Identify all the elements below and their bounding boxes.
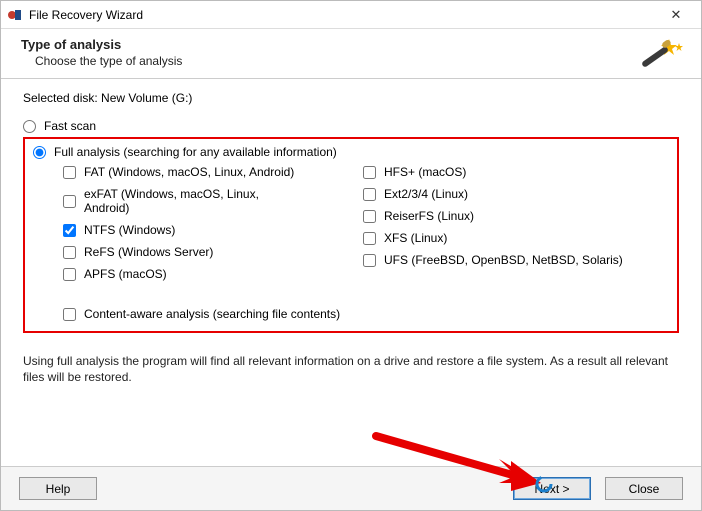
full-analysis-radio[interactable]: Full analysis (searching for any availab… <box>33 145 669 159</box>
apfs-checkbox[interactable]: APFS (macOS) <box>63 267 303 281</box>
ntfs-label: NTFS (Windows) <box>84 223 175 237</box>
wizard-wand-icon <box>639 35 683 82</box>
info-text: Using full analysis the program will fin… <box>23 353 679 385</box>
content-aware-checkbox-input[interactable] <box>63 308 76 321</box>
close-button-label: Close <box>629 482 660 496</box>
ext-label: Ext2/3/4 (Linux) <box>384 187 468 201</box>
xfs-checkbox-input[interactable] <box>363 232 376 245</box>
app-icon <box>7 7 23 23</box>
hfs-checkbox-input[interactable] <box>363 166 376 179</box>
filesystem-grid: FAT (Windows, macOS, Linux, Android) exF… <box>63 165 669 281</box>
close-button[interactable]: Close <box>605 477 683 500</box>
fast-scan-radio-input[interactable] <box>23 120 36 133</box>
window-close-button[interactable]: ✕ <box>657 1 695 29</box>
next-button-label: Next > <box>534 482 569 496</box>
next-button[interactable]: Next > <box>513 477 591 500</box>
xfs-label: XFS (Linux) <box>384 231 447 245</box>
wizard-header: Type of analysis Choose the type of anal… <box>1 29 701 79</box>
fat-label: FAT (Windows, macOS, Linux, Android) <box>84 165 294 179</box>
reiser-checkbox-input[interactable] <box>363 210 376 223</box>
exfat-checkbox[interactable]: exFAT (Windows, macOS, Linux, Android) <box>63 187 303 215</box>
fat-checkbox-input[interactable] <box>63 166 76 179</box>
hfs-label: HFS+ (macOS) <box>384 165 466 179</box>
reiser-label: ReiserFS (Linux) <box>384 209 474 223</box>
wizard-footer: Help Next > Close <box>1 466 701 510</box>
full-analysis-radio-input[interactable] <box>33 146 46 159</box>
hfs-checkbox[interactable]: HFS+ (macOS) <box>363 165 623 179</box>
content-aware-label: Content-aware analysis (searching file c… <box>84 307 340 321</box>
filesystem-column-left: FAT (Windows, macOS, Linux, Android) exF… <box>63 165 303 281</box>
ufs-label: UFS (FreeBSD, OpenBSD, NetBSD, Solaris) <box>384 253 623 267</box>
page-title: Type of analysis <box>21 37 681 52</box>
exfat-label: exFAT (Windows, macOS, Linux, Android) <box>84 187 303 215</box>
selected-disk-label: Selected disk: New Volume (G:) <box>23 91 679 105</box>
full-analysis-highlight: Full analysis (searching for any availab… <box>23 137 679 333</box>
refs-label: ReFS (Windows Server) <box>84 245 213 259</box>
xfs-checkbox[interactable]: XFS (Linux) <box>363 231 623 245</box>
window-title: File Recovery Wizard <box>29 8 657 22</box>
fast-scan-radio[interactable]: Fast scan <box>23 119 679 133</box>
refs-checkbox[interactable]: ReFS (Windows Server) <box>63 245 303 259</box>
ext-checkbox[interactable]: Ext2/3/4 (Linux) <box>363 187 623 201</box>
page-subtitle: Choose the type of analysis <box>21 54 681 68</box>
wizard-content: Selected disk: New Volume (G:) Fast scan… <box>1 79 701 341</box>
ntfs-checkbox-input[interactable] <box>63 224 76 237</box>
fat-checkbox[interactable]: FAT (Windows, macOS, Linux, Android) <box>63 165 303 179</box>
help-button-label: Help <box>46 482 71 496</box>
titlebar: File Recovery Wizard ✕ <box>1 1 701 29</box>
ext-checkbox-input[interactable] <box>363 188 376 201</box>
ntfs-checkbox[interactable]: NTFS (Windows) <box>63 223 303 237</box>
filesystem-column-right: HFS+ (macOS) Ext2/3/4 (Linux) ReiserFS (… <box>363 165 623 281</box>
exfat-checkbox-input[interactable] <box>63 195 76 208</box>
apfs-label: APFS (macOS) <box>84 267 167 281</box>
help-button[interactable]: Help <box>19 477 97 500</box>
close-icon: ✕ <box>671 7 682 23</box>
apfs-checkbox-input[interactable] <box>63 268 76 281</box>
full-analysis-label: Full analysis (searching for any availab… <box>54 145 337 159</box>
refs-checkbox-input[interactable] <box>63 246 76 259</box>
ufs-checkbox-input[interactable] <box>363 254 376 267</box>
fast-scan-label: Fast scan <box>44 119 96 133</box>
content-aware-checkbox[interactable]: Content-aware analysis (searching file c… <box>63 307 669 321</box>
ufs-checkbox[interactable]: UFS (FreeBSD, OpenBSD, NetBSD, Solaris) <box>363 253 623 267</box>
reiser-checkbox[interactable]: ReiserFS (Linux) <box>363 209 623 223</box>
